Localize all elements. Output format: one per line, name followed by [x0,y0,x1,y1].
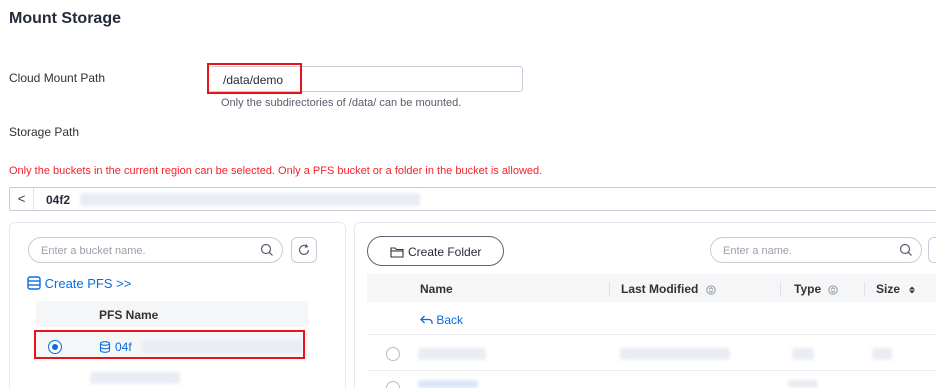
folder-search-placeholder: Enter a name. [723,245,793,257]
cloud-mount-path-label: Cloud Mount Path [9,71,106,85]
create-pfs-link[interactable]: Create PFS >> [27,276,131,291]
refresh-button[interactable] [291,237,317,263]
column-divider [780,282,781,296]
back-label: Back [436,313,464,327]
folder-search-input[interactable]: Enter a name. [710,237,922,263]
bucket-icon [27,276,41,290]
sort-icon[interactable] [907,285,917,295]
size-label: Size [876,282,901,296]
search-icon[interactable] [260,243,274,257]
storage-path-label: Storage Path [9,125,80,139]
selected-pfs-highlight [34,330,305,359]
redacted-path [80,193,420,206]
redacted-folder-name [418,380,478,388]
pfs-name-header: PFS Name [99,308,159,322]
sort-icon[interactable] [706,285,716,295]
sort-icon[interactable] [828,285,839,295]
pfs-table-header [36,301,308,327]
redacted-bucket-name [90,372,180,384]
back-arrow-icon [420,315,433,324]
refresh-button[interactable] [928,237,936,263]
search-icon[interactable] [899,243,913,257]
chevron-left-icon[interactable]: < [10,188,34,210]
column-divider [609,282,610,296]
name-column-header[interactable]: Name [420,282,453,296]
mount-path-highlight [207,63,302,94]
type-label: Type [794,282,822,296]
redacted-last-modified [620,348,730,360]
redacted-folder-name [418,348,486,360]
bucket-search-input[interactable]: Enter a bucket name. [28,237,283,263]
storage-path-bar[interactable]: < 04f2 [9,187,936,211]
redacted-type [788,380,818,388]
bucket-search-placeholder: Enter a bucket name. [41,245,146,257]
row-divider [367,334,936,335]
size-column-header[interactable]: Size [876,282,917,296]
current-path: 04f2 [46,193,71,207]
create-folder-label: Create Folder [408,245,482,259]
cloud-mount-path-hint: Only the subdirectories of /data/ can be… [221,97,462,109]
bucket-warning: Only the buckets in the current region c… [9,165,543,177]
folder-radio[interactable] [386,347,400,361]
page-title: Mount Storage [9,10,121,27]
back-link[interactable]: Back [420,313,463,327]
folder-radio[interactable] [386,381,400,388]
folder-icon [390,247,404,258]
last-modified-label: Last Modified [621,282,699,296]
last-modified-column-header[interactable]: Last Modified [621,282,716,296]
row-divider [367,370,936,371]
create-folder-button[interactable]: Create Folder [367,236,504,266]
create-pfs-label: Create PFS >> [44,276,132,291]
column-divider [864,282,865,296]
type-column-header[interactable]: Type [794,282,839,296]
redacted-size [872,348,892,360]
redacted-type [792,348,814,360]
refresh-icon [298,244,310,256]
